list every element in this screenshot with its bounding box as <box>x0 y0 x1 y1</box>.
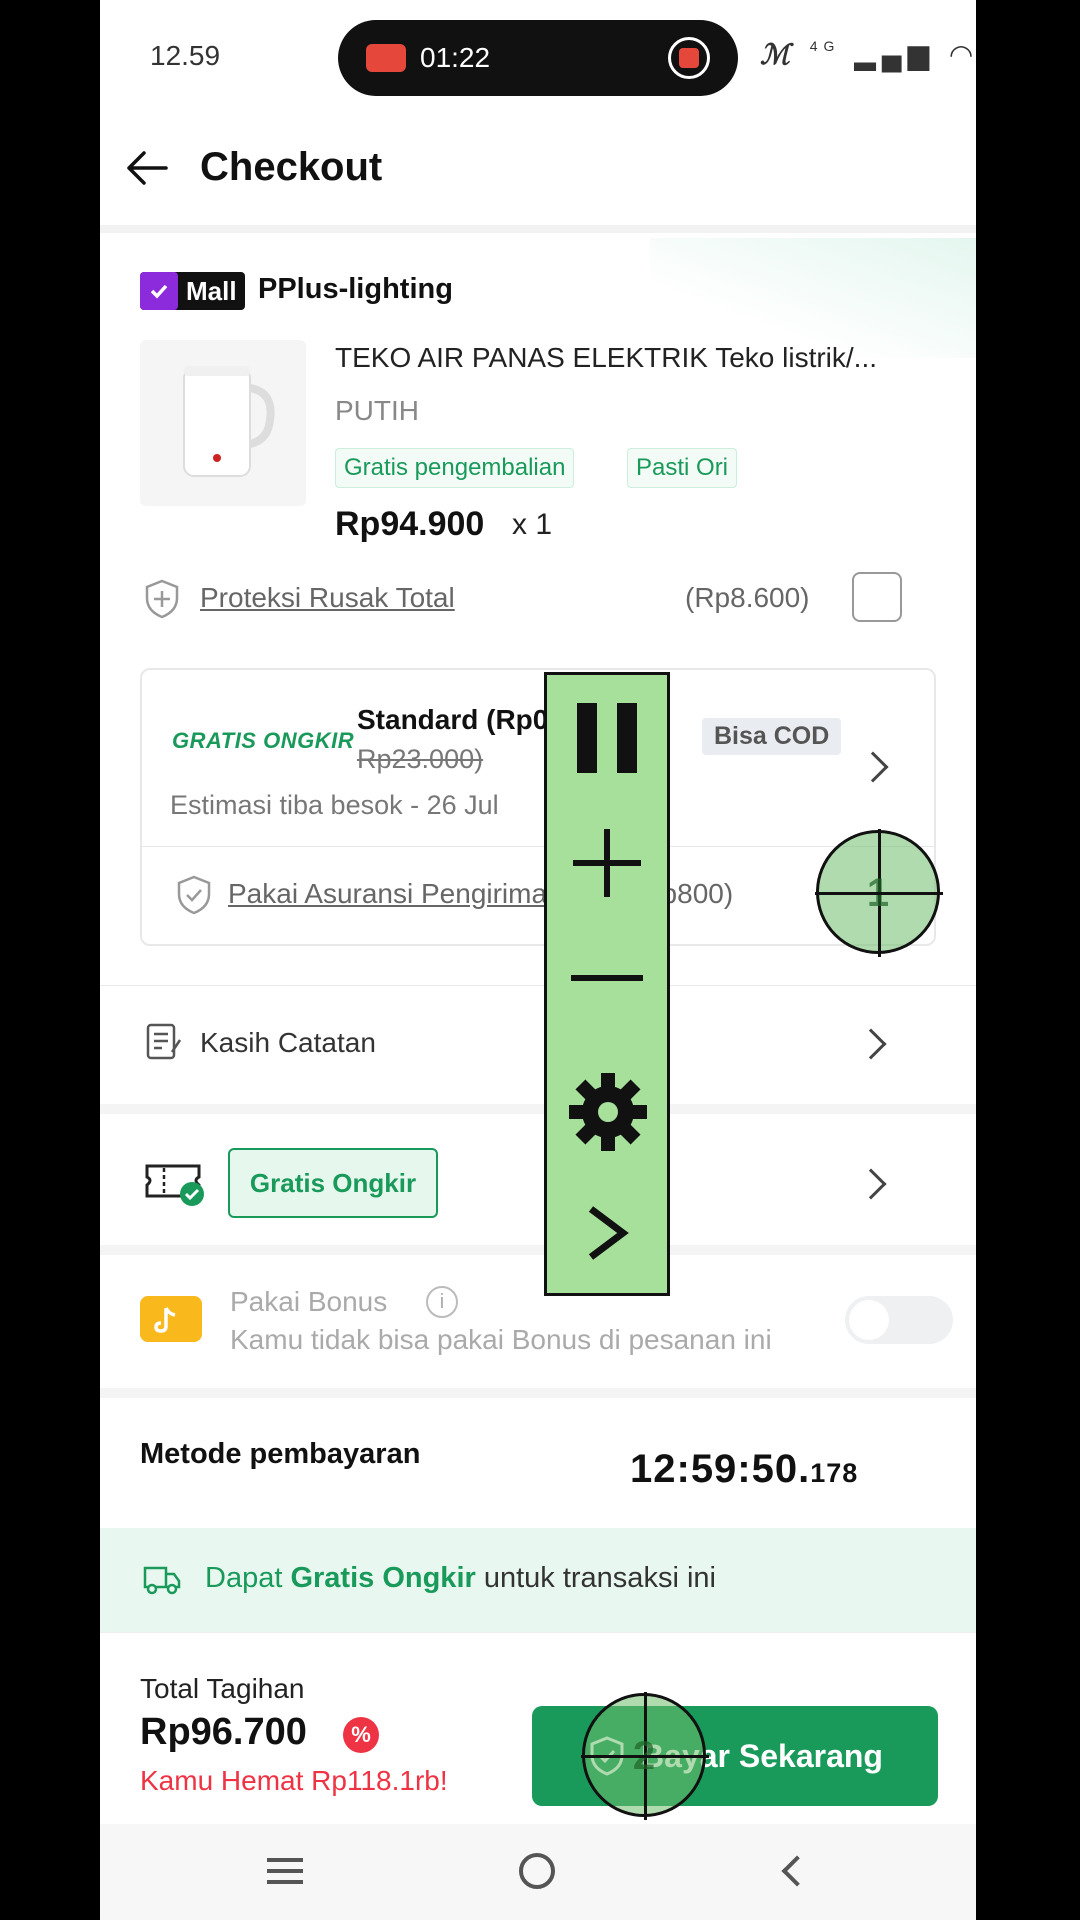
page-title: Checkout <box>200 145 383 189</box>
click-target-1[interactable]: 1 <box>815 829 943 957</box>
section-separator <box>100 1104 976 1114</box>
mall-badge: Mall <box>140 272 245 310</box>
voucher-chip[interactable]: Gratis Ongkir <box>228 1148 438 1218</box>
banner-bold: Gratis Ongkir <box>290 1562 476 1594</box>
bonus-label: Pakai Bonus <box>230 1286 388 1317</box>
payment-method-label[interactable]: Metode pembayaran <box>140 1438 420 1471</box>
back-arrow-icon[interactable] <box>122 143 172 193</box>
click-target-1-number: 1 <box>866 871 890 915</box>
chevron-right-icon[interactable] <box>855 1028 887 1060</box>
mall-badge-label: Mall <box>186 275 237 306</box>
banner-post: untuk transaksi ini <box>475 1562 716 1594</box>
recording-time: 01:22 <box>420 42 491 73</box>
checkout-footer: Total Tagihan Rp96.700 % Kamu Hemat Rp11… <box>100 1632 976 1824</box>
shipping-old-price: Rp23.000) <box>357 744 484 774</box>
chevron-right-icon[interactable] <box>585 1205 629 1261</box>
status-bar: 12.59 01:22 ℳ 4G ▂▄▆ ◠ ○ <box>100 0 976 115</box>
product-image[interactable] <box>140 340 306 506</box>
cod-badge: Bisa COD <box>702 718 842 755</box>
product-title[interactable]: TEKO AIR PANAS ELEKTRIK Teko listrik/... <box>335 342 945 374</box>
pause-icon[interactable] <box>573 701 641 775</box>
plus-icon[interactable] <box>569 825 645 901</box>
voucher-ticket-icon <box>145 1164 204 1206</box>
timer-ms: 178 <box>810 1458 859 1488</box>
click-target-2-number: 2 <box>632 1734 656 1778</box>
kettle-image <box>183 366 275 477</box>
shield-check-icon <box>177 875 211 915</box>
protection-link[interactable]: Proteksi Rusak Total <box>200 582 455 614</box>
banner-text: Dapat Gratis Ongkir untuk transaksi ini <box>205 1562 716 1595</box>
shipping-name: Standard (Rp0 <box>357 704 549 735</box>
status-time: 12.59 <box>150 40 221 71</box>
protection-price: (Rp8.600) <box>685 582 810 613</box>
bonus-coin-icon <box>140 1296 202 1342</box>
chevron-right-icon[interactable] <box>857 751 889 783</box>
info-icon[interactable]: i <box>426 1286 458 1318</box>
product-quantity: x 1 <box>512 508 553 541</box>
system-nav-bar <box>100 1824 976 1920</box>
bonus-toggle[interactable] <box>845 1296 953 1344</box>
shop-decoration <box>650 238 976 358</box>
discount-badge-icon[interactable]: % <box>343 1717 379 1753</box>
savings-text: Kamu Hemat Rp118.1rb! <box>140 1765 448 1796</box>
product-variant: PUTIH <box>335 395 419 426</box>
insurance-link[interactable]: Pakai Asuransi Pengiriman <box>228 878 563 910</box>
divider <box>142 846 934 847</box>
tag-free-return: Gratis pengembalian <box>335 448 575 488</box>
mall-check-icon <box>140 272 178 310</box>
note-icon <box>146 1023 182 1060</box>
total-label: Total Tagihan <box>140 1673 305 1704</box>
home-icon[interactable] <box>519 1853 555 1889</box>
tag-authentic: Pasti Ori <box>627 448 738 488</box>
minus-icon[interactable] <box>569 973 645 983</box>
protection-checkbox[interactable] <box>852 572 902 622</box>
product-price: Rp94.900 <box>335 505 485 543</box>
network-type: 4G <box>809 38 841 54</box>
gratis-ongkir-logo: GRATIS ONGKIR <box>172 728 355 753</box>
section-separator <box>100 1245 976 1255</box>
shield-plus-icon <box>145 579 179 619</box>
stop-recording-icon[interactable] <box>668 37 710 79</box>
signal-icon: ▂▄▆ <box>854 39 936 70</box>
shipping-eta: Estimasi tiba besok - 26 Jul <box>170 790 499 820</box>
divider <box>100 985 976 986</box>
store-name[interactable]: PPlus-lighting <box>258 273 453 306</box>
recents-icon[interactable] <box>267 1858 303 1884</box>
truck-icon <box>143 1566 181 1595</box>
free-shipping-banner: Dapat Gratis Ongkir untuk transaksi ini <box>100 1528 976 1632</box>
network-speed-icon: ℳ <box>760 39 796 70</box>
status-icons: ℳ 4G ▂▄▆ ◠ ○ <box>760 38 976 71</box>
timer-main: 12:59:50. <box>630 1447 811 1491</box>
back-nav-icon[interactable] <box>781 1855 813 1887</box>
overlay-timer: 12:59:50.178 <box>630 1447 858 1492</box>
gear-icon[interactable] <box>567 1071 649 1153</box>
total-value: Rp96.700 <box>140 1711 307 1753</box>
page-header: Checkout <box>100 115 976 233</box>
banner-pre: Dapat <box>205 1562 291 1594</box>
wifi-icon: ◠ <box>948 39 976 70</box>
video-camera-icon <box>366 44 406 72</box>
app-screen: 12.59 01:22 ℳ 4G ▂▄▆ ◠ ○ Checkout Mall P… <box>100 0 976 1920</box>
bonus-subtext: Kamu tidak bisa pakai Bonus di pesanan i… <box>230 1324 772 1355</box>
section-separator <box>100 1388 976 1398</box>
note-label[interactable]: Kasih Catatan <box>200 1027 376 1059</box>
auto-clicker-panel <box>544 672 670 1296</box>
chevron-right-icon[interactable] <box>855 1168 887 1200</box>
screen-recorder-pill[interactable]: 01:22 <box>338 20 738 96</box>
click-target-2[interactable]: 2 <box>581 1692 709 1820</box>
